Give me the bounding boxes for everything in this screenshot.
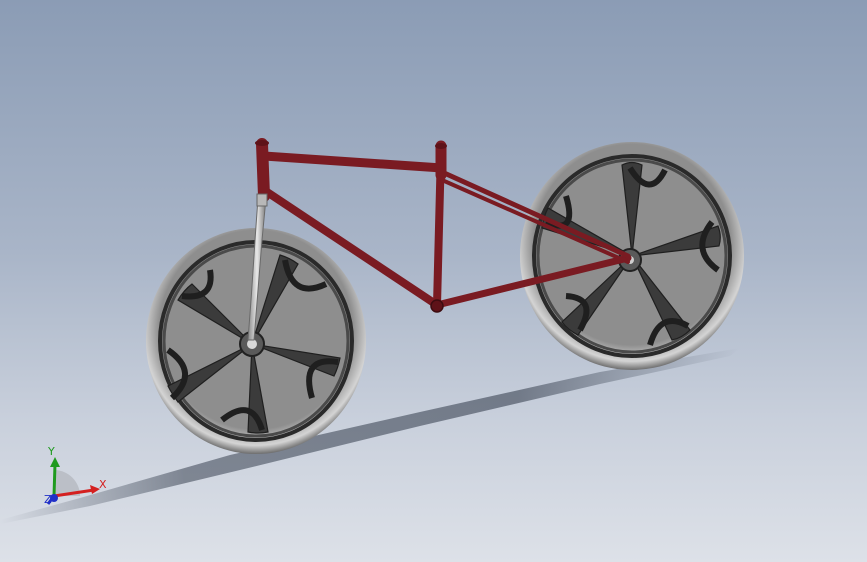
x-axis-label: X <box>99 478 107 491</box>
top-tube <box>259 151 447 173</box>
head-tube-top <box>255 140 269 146</box>
y-axis-label: Y <box>48 445 55 458</box>
bicycle-model[interactable] <box>0 0 867 562</box>
y-axis-line <box>52 463 57 497</box>
y-axis-arrow <box>50 457 60 467</box>
rear-wheel[interactable] <box>520 142 744 370</box>
z-axis-label: Z <box>44 493 52 506</box>
seat-tube-top <box>435 143 447 149</box>
graphics-viewport[interactable]: X Y Z <box>0 0 867 562</box>
head-tube <box>256 138 270 202</box>
coordinate-triad: X Y Z <box>30 440 120 520</box>
bottom-bracket <box>430 299 444 313</box>
